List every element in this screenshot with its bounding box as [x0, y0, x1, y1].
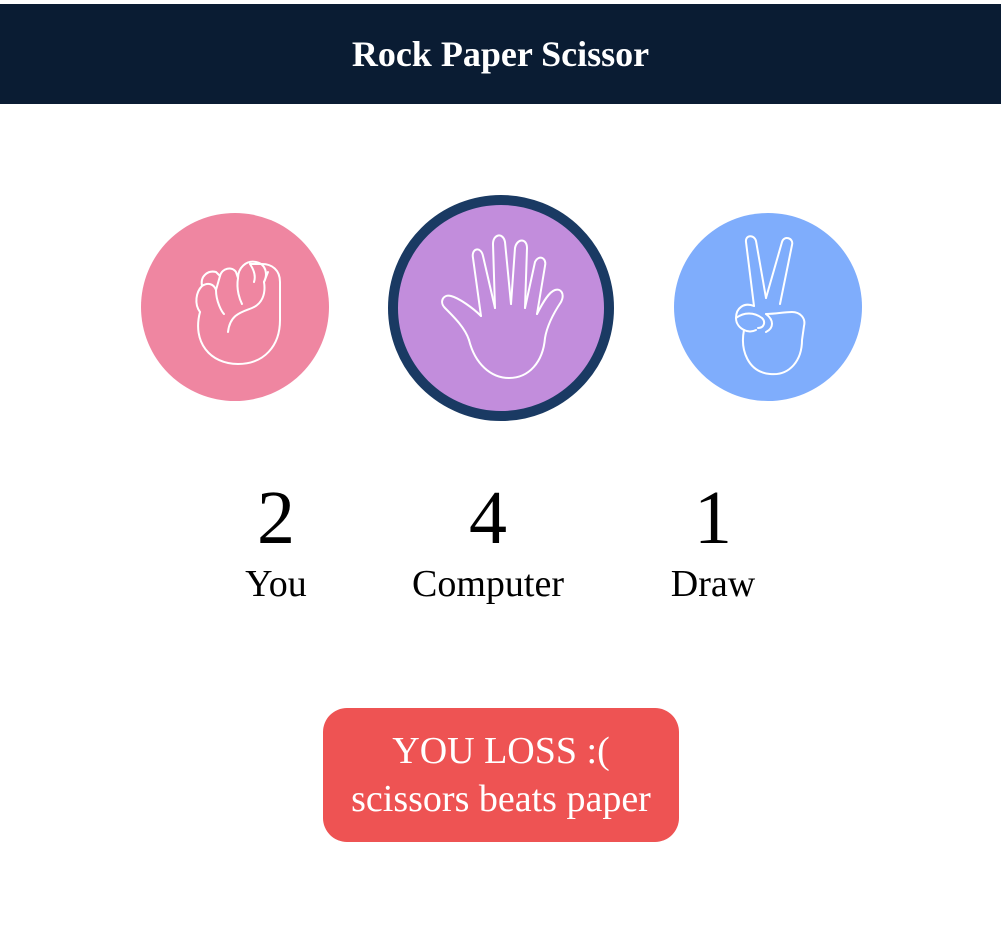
- user-score-label: You: [245, 563, 307, 605]
- computer-score-label: Computer: [412, 563, 564, 605]
- draw-score: 1 Draw: [653, 480, 773, 606]
- draw-score-label: Draw: [670, 563, 756, 605]
- paper-choice-button[interactable]: [388, 195, 614, 421]
- user-score-value: 2: [257, 476, 295, 560]
- result-detail: scissors beats paper: [351, 778, 651, 820]
- fist-icon: [195, 260, 281, 365]
- result-headline: YOU LOSS :(: [392, 730, 610, 772]
- scissors-choice-button[interactable]: [674, 213, 862, 401]
- computer-score-value: 4: [469, 476, 507, 560]
- computer-score: 4 Computer: [398, 480, 578, 606]
- user-score: 2 You: [216, 480, 336, 606]
- rock-choice-button[interactable]: [141, 213, 329, 401]
- peace-sign-icon: [735, 235, 806, 376]
- page-title: Rock Paper Scissor: [351, 34, 650, 74]
- app-header: Rock Paper Scissor: [0, 4, 1001, 104]
- result-banner: YOU LOSS :( scissors beats paper: [323, 708, 679, 842]
- draw-score-value: 1: [694, 476, 732, 560]
- open-hand-icon: [441, 234, 564, 379]
